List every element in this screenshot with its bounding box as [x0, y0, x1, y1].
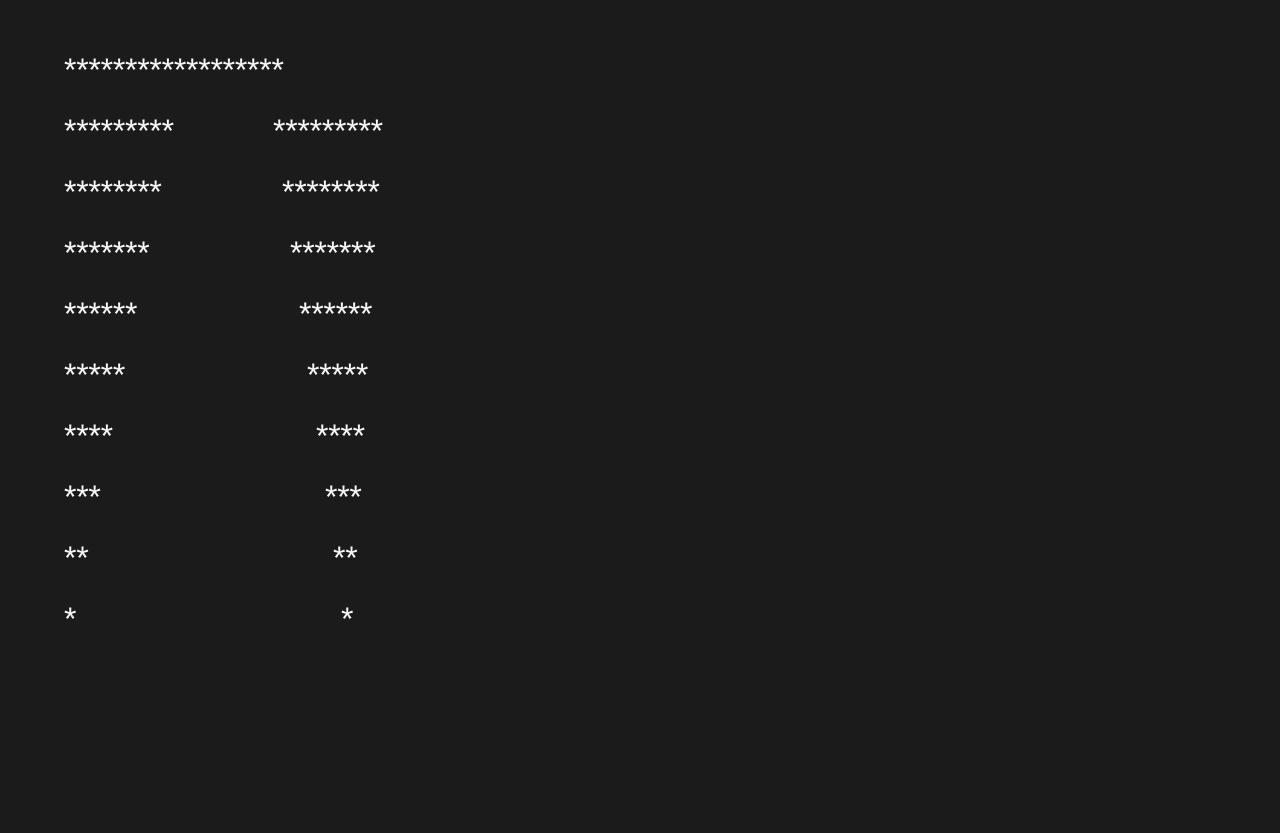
output-line-8: *** ***	[64, 467, 1214, 528]
output-line-1: ******************	[64, 40, 1214, 101]
console-output: ****************** ********* ********* *…	[64, 40, 1214, 660]
right-stars: ***	[325, 479, 362, 515]
output-line-2: ********* *********	[64, 101, 1214, 162]
left-stars: *	[64, 601, 77, 637]
output-line-4: ******* *******	[64, 223, 1214, 284]
right-stars: *	[341, 601, 354, 637]
output-line-9: ** **	[64, 528, 1214, 589]
left-stars: *****	[64, 357, 126, 393]
left-stars: ********	[64, 174, 162, 210]
output-line-5: ****** ******	[64, 284, 1214, 345]
left-stars: ******************	[64, 52, 284, 88]
output-line-6: ***** *****	[64, 345, 1214, 406]
right-stars: *********	[273, 113, 383, 149]
right-stars: *******	[290, 235, 376, 271]
right-stars: *****	[307, 357, 369, 393]
right-stars: ******	[299, 296, 373, 332]
left-stars: ***	[64, 479, 101, 515]
right-stars: **	[333, 540, 358, 576]
right-stars: ********	[282, 174, 380, 210]
left-stars: **	[64, 540, 89, 576]
left-stars: *******	[64, 235, 150, 271]
right-stars: ****	[316, 418, 365, 454]
output-line-3: ******** ********	[64, 162, 1214, 223]
output-line-7: **** ****	[64, 406, 1214, 467]
output-line-10: * *	[64, 589, 1214, 650]
left-stars: ******	[64, 296, 138, 332]
left-stars: ****	[64, 418, 113, 454]
left-stars: *********	[64, 113, 174, 149]
